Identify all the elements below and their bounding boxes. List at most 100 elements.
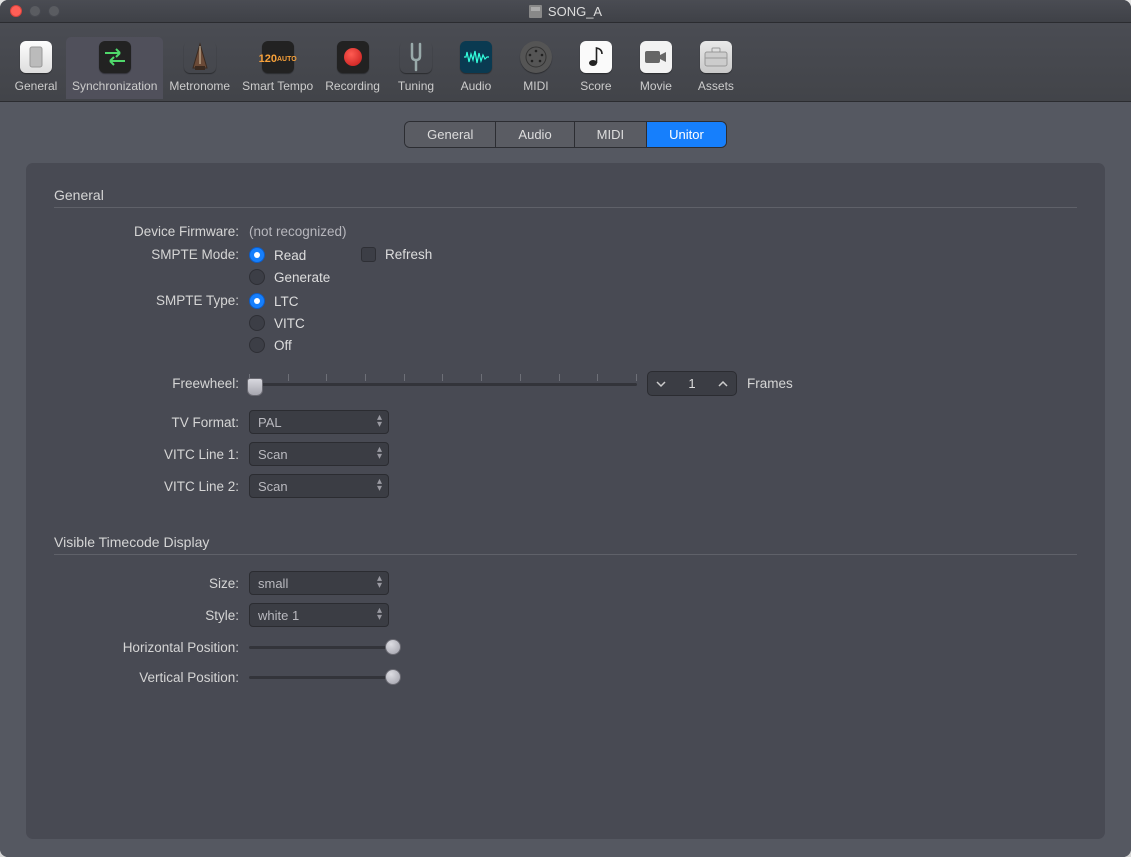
tempo-icon: 120 AUTO xyxy=(262,41,294,73)
slider-thumb-icon xyxy=(385,669,401,685)
size-select[interactable]: small ▴▾ xyxy=(249,571,389,595)
toolbar-item-label: Score xyxy=(580,79,611,93)
toolbar-item-label: Movie xyxy=(640,79,672,93)
briefcase-icon xyxy=(700,41,732,73)
toolbar-general[interactable]: General xyxy=(6,37,66,99)
chevron-updown-icon: ▴▾ xyxy=(377,414,382,428)
tab-general[interactable]: General xyxy=(405,122,496,147)
label-device-firmware: Device Firmware: xyxy=(54,224,249,239)
toolbar-item-label: Metronome xyxy=(169,79,230,93)
toolbar-item-label: General xyxy=(15,79,58,93)
toolbar-item-label: Synchronization xyxy=(72,79,157,93)
switch-icon xyxy=(20,41,52,73)
section-vtd: Visible Timecode Display xyxy=(54,534,1077,555)
waveform-icon xyxy=(460,41,492,73)
radio-label: Generate xyxy=(274,270,330,285)
toolbar-score[interactable]: Score xyxy=(566,37,626,99)
vertical-position-slider[interactable] xyxy=(249,667,399,687)
label-smpte-mode: SMPTE Mode: xyxy=(54,247,249,262)
label-smpte-type: SMPTE Type: xyxy=(54,293,249,308)
freewheel-slider[interactable] xyxy=(249,374,637,394)
smpte-mode-refresh[interactable]: Refresh xyxy=(361,247,432,262)
toolbar-smart-tempo[interactable]: 120 AUTO Smart Tempo xyxy=(236,37,319,99)
metronome-icon xyxy=(184,41,216,73)
section-general: General xyxy=(54,187,1077,208)
label-size: Size: xyxy=(54,576,249,591)
midi-icon xyxy=(520,41,552,73)
toolbar-assets[interactable]: Assets xyxy=(686,37,746,99)
chevron-updown-icon: ▴▾ xyxy=(377,446,382,460)
note-icon xyxy=(580,41,612,73)
vitc2-select[interactable]: Scan ▴▾ xyxy=(249,474,389,498)
chevron-updown-icon: ▴▾ xyxy=(377,575,382,589)
label-tv-format: TV Format: xyxy=(54,415,249,430)
radio-icon xyxy=(249,247,265,263)
horizontal-position-slider[interactable] xyxy=(249,637,399,657)
toolbar-item-label: Assets xyxy=(698,79,734,93)
select-value: white 1 xyxy=(258,608,299,623)
vitc1-select[interactable]: Scan ▴▾ xyxy=(249,442,389,466)
chevron-up-icon[interactable] xyxy=(714,375,732,393)
label-style: Style: xyxy=(54,608,249,623)
freewheel-value: 1 xyxy=(672,376,712,391)
sync-subtabs: General Audio MIDI Unitor xyxy=(0,122,1131,147)
toolbar-audio[interactable]: Audio xyxy=(446,37,506,99)
select-value: Scan xyxy=(258,479,288,494)
slider-thumb-icon xyxy=(385,639,401,655)
project-icon xyxy=(529,5,542,18)
label-vpos: Vertical Position: xyxy=(54,670,249,685)
toolbar-item-label: Smart Tempo xyxy=(242,79,313,93)
select-value: small xyxy=(258,576,288,591)
tempo-value: 120 xyxy=(259,54,277,65)
value-device-firmware: (not recognized) xyxy=(249,224,347,239)
radio-icon xyxy=(249,293,265,309)
radio-label: VITC xyxy=(274,316,305,331)
chevron-updown-icon: ▴▾ xyxy=(377,478,382,492)
style-select[interactable]: white 1 ▴▾ xyxy=(249,603,389,627)
radio-icon xyxy=(249,337,265,353)
window-title: SONG_A xyxy=(548,4,602,19)
smpte-type-off[interactable]: Off xyxy=(249,337,305,353)
prefs-toolbar: General Synchronization Metronome 120 AU… xyxy=(0,23,1131,102)
toolbar-recording[interactable]: Recording xyxy=(319,37,386,99)
tab-midi[interactable]: MIDI xyxy=(575,122,647,147)
tuning-fork-icon xyxy=(400,41,432,73)
select-value: Scan xyxy=(258,447,288,462)
tv-format-select[interactable]: PAL ▴▾ xyxy=(249,410,389,434)
chevron-down-icon[interactable] xyxy=(652,375,670,393)
prefs-window: SONG_A General Synchronization Metronome… xyxy=(0,0,1131,857)
checkbox-label: Refresh xyxy=(385,247,432,262)
toolbar-movie[interactable]: Movie xyxy=(626,37,686,99)
camera-icon xyxy=(640,41,672,73)
smpte-mode-generate[interactable]: Generate xyxy=(249,269,361,285)
chevron-updown-icon: ▴▾ xyxy=(377,607,382,621)
smpte-type-vitc[interactable]: VITC xyxy=(249,315,305,331)
toolbar-synchronization[interactable]: Synchronization xyxy=(66,37,163,99)
toolbar-item-label: Audio xyxy=(461,79,492,93)
toolbar-metronome[interactable]: Metronome xyxy=(163,37,236,99)
titlebar: SONG_A xyxy=(0,0,1131,23)
tempo-auto: AUTO xyxy=(277,56,297,63)
radio-label: Read xyxy=(274,248,306,263)
sync-icon xyxy=(99,41,131,73)
radio-label: Off xyxy=(274,338,292,353)
tab-unitor[interactable]: Unitor xyxy=(647,122,726,147)
label-frames: Frames xyxy=(747,376,793,391)
tab-audio[interactable]: Audio xyxy=(496,122,574,147)
radio-icon xyxy=(249,269,265,285)
toolbar-tuning[interactable]: Tuning xyxy=(386,37,446,99)
toolbar-midi[interactable]: MIDI xyxy=(506,37,566,99)
smpte-type-ltc[interactable]: LTC xyxy=(249,293,305,309)
toolbar-item-label: MIDI xyxy=(523,79,548,93)
label-freewheel: Freewheel: xyxy=(54,376,249,391)
smpte-mode-read[interactable]: Read xyxy=(249,247,361,263)
label-vitc2: VITC Line 2: xyxy=(54,479,249,494)
freewheel-stepper[interactable]: 1 xyxy=(647,371,737,396)
select-value: PAL xyxy=(258,415,282,430)
radio-icon xyxy=(249,315,265,331)
checkbox-icon xyxy=(361,247,376,262)
slider-thumb-icon xyxy=(247,378,263,396)
record-icon xyxy=(337,41,369,73)
radio-label: LTC xyxy=(274,294,299,309)
main-pane: General Audio MIDI Unitor General Device… xyxy=(0,102,1131,857)
